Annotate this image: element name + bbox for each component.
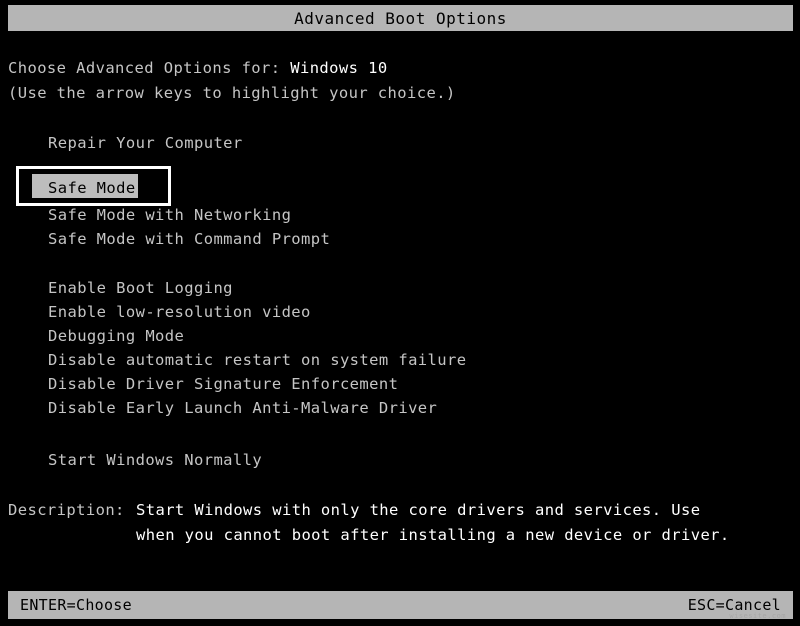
enter-key-hint: ENTER=Choose <box>20 596 132 614</box>
boot-options-screen: Advanced Boot Options Choose Advanced Op… <box>0 0 800 626</box>
menu-item[interactable]: Disable automatic restart on system fail… <box>48 350 466 370</box>
description-line-2: when you cannot boot after installing a … <box>136 526 730 544</box>
window-title-bar: Advanced Boot Options <box>8 5 793 31</box>
description-line-1: Start Windows with only the core drivers… <box>136 501 701 519</box>
prompt-choose-line: Choose Advanced Options for: Windows 10 <box>8 59 388 77</box>
menu-item[interactable]: Enable Boot Logging <box>48 278 233 298</box>
status-bar: ENTER=Choose ESC=Cancel <box>8 591 793 619</box>
menu-item[interactable]: Start Windows Normally <box>48 450 262 470</box>
menu-item[interactable]: Enable low-resolution video <box>48 302 311 322</box>
menu-item[interactable]: Safe Mode with Networking <box>48 205 291 225</box>
menu-item[interactable]: Disable Driver Signature Enforcement <box>48 374 398 394</box>
prompt-arrow-keys-line: (Use the arrow keys to highlight your ch… <box>8 84 456 102</box>
prompt-os-name: Windows 10 <box>290 59 388 77</box>
menu-item[interactable]: Safe Mode with Command Prompt <box>48 229 330 249</box>
page-title: Advanced Boot Options <box>294 8 507 28</box>
menu-item[interactable]: Disable Early Launch Anti-Malware Driver <box>48 398 437 418</box>
menu-item[interactable]: Repair Your Computer <box>48 133 243 153</box>
watermark-text: wisesite.com <box>729 612 786 620</box>
menu-item[interactable]: Safe Mode <box>48 178 136 198</box>
description-label: Description: <box>8 501 125 519</box>
menu-item[interactable]: Debugging Mode <box>48 326 184 346</box>
prompt-choose-prefix: Choose Advanced Options for: <box>8 59 291 77</box>
